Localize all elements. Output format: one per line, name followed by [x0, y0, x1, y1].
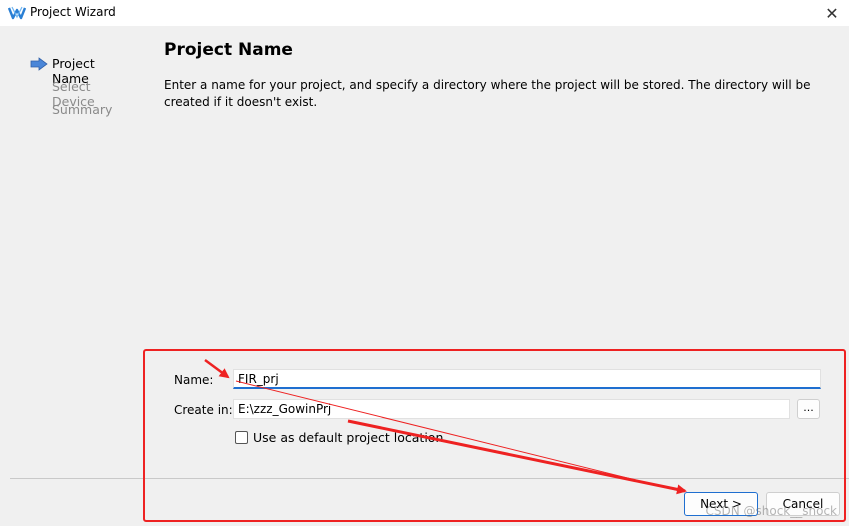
page-title: Project Name — [164, 40, 293, 60]
close-button[interactable]: ✕ — [815, 0, 849, 26]
gowin-logo-icon — [8, 6, 26, 20]
current-step-arrow-icon — [30, 57, 48, 71]
wizard-body: Project Name Select Device Summary Proje… — [0, 26, 849, 526]
window-title: Project Wizard — [30, 5, 116, 19]
watermark: CSDN @shock__shock — [705, 504, 837, 518]
title-bar: Project Wizard ✕ — [0, 0, 849, 26]
annotation-highlight-box — [143, 349, 846, 522]
page-description: Enter a name for your project, and speci… — [164, 78, 811, 109]
step-label: Summary — [52, 102, 113, 117]
close-icon: ✕ — [825, 3, 839, 23]
